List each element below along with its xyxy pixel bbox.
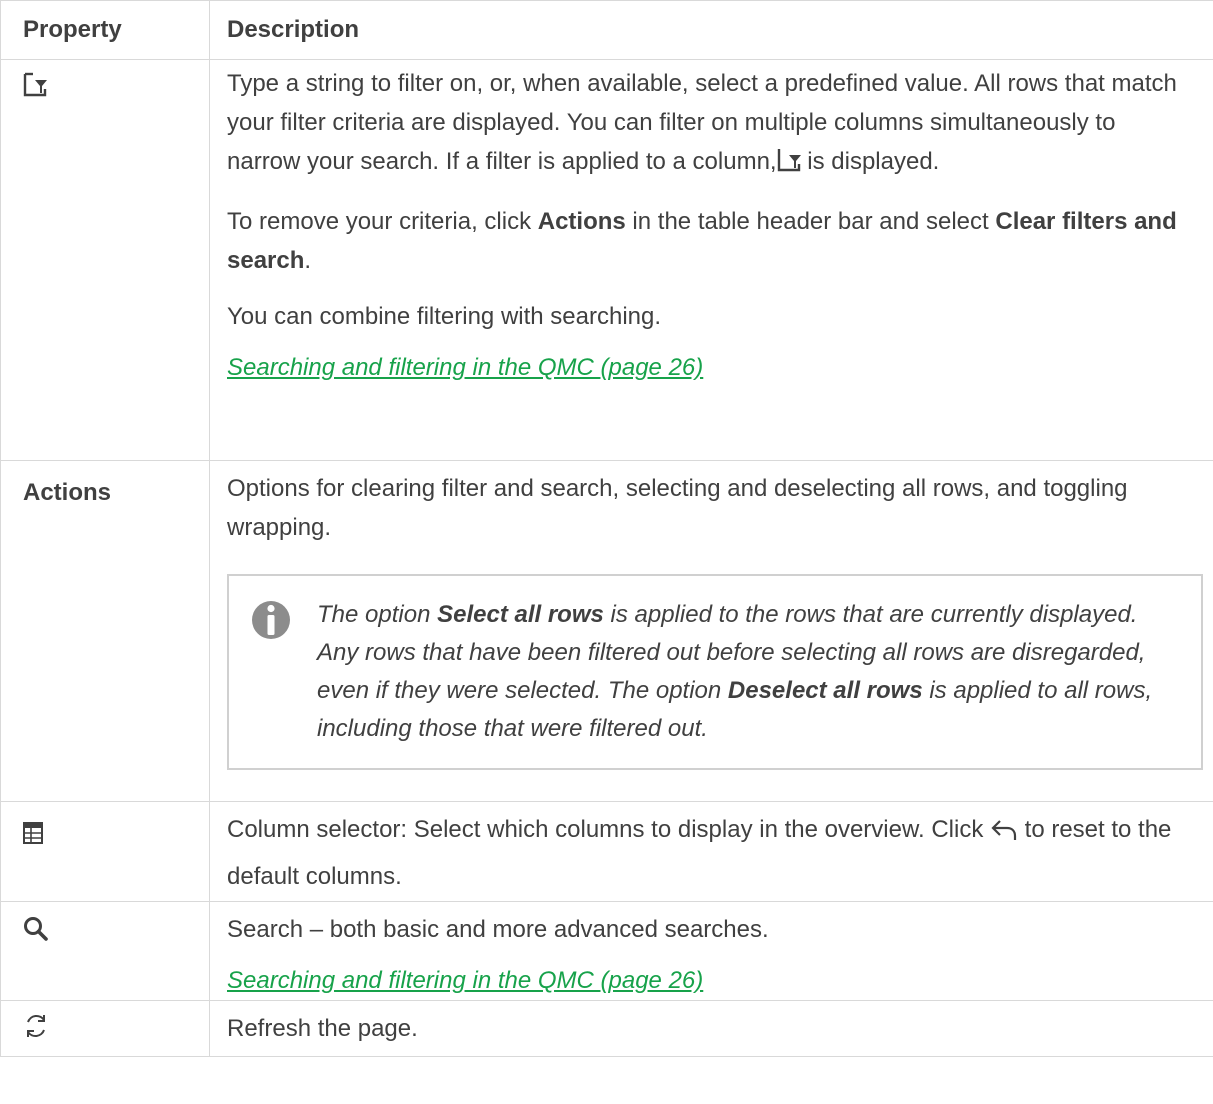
searching-filtering-link-2[interactable]: Searching and filtering in the QMC (page… (227, 967, 703, 994)
note-text: The option Select all rows is applied to… (317, 601, 1153, 742)
search-icon-cell (0, 901, 210, 1001)
header-description: Description (209, 0, 1213, 60)
refresh-description: Refresh the page. (209, 1000, 1213, 1057)
actions-desc-paragraph: Options for clearing filter and search, … (227, 475, 1128, 541)
table-header-row: Property Description (0, 0, 1213, 60)
filter-icon-cell (0, 59, 210, 461)
refresh-desc: Refresh the page. (227, 1015, 418, 1042)
table-row-filter: Type a string to filter on, or, when ava… (0, 59, 1213, 461)
column-selector-icon-cell (0, 801, 210, 902)
info-icon (251, 596, 317, 748)
search-desc: Search – both basic and more advanced se… (227, 916, 769, 943)
actions-label: Actions (0, 460, 210, 802)
column-selector-desc: Column selector: Select which columns to… (227, 808, 1193, 898)
search-link-paragraph: Searching and filtering in the QMC (page… (227, 961, 1193, 1000)
table-row-actions: Actions Options for clearing filter and … (0, 460, 1213, 802)
filter-desc-paragraph-3: You can combine filtering with searching… (227, 303, 662, 330)
note-box: The option Select all rows is applied to… (227, 574, 1203, 770)
search-icon[interactable] (23, 917, 49, 946)
refresh-icon-cell (0, 1000, 210, 1057)
filter-desc-paragraph-1: Type a string to filter on, or, when ava… (227, 64, 1193, 185)
searching-filtering-link[interactable]: Searching and filtering in the QMC (page… (227, 354, 703, 381)
filter-icon[interactable] (23, 72, 47, 102)
search-description: Search – both basic and more advanced se… (209, 901, 1213, 1001)
table-row-search: Search – both basic and more advanced se… (0, 901, 1213, 1001)
properties-table: Property Description Type a string to fi… (0, 0, 1213, 1057)
table-row-refresh: Refresh the page. (0, 1000, 1213, 1057)
header-property: Property (0, 0, 210, 60)
table-row-column-selector: Column selector: Select which columns to… (0, 801, 1213, 902)
column-selector-icon[interactable] (23, 822, 43, 848)
column-selector-description: Column selector: Select which columns to… (209, 801, 1213, 902)
refresh-icon[interactable] (23, 1015, 49, 1043)
filter-applied-icon (777, 146, 801, 185)
undo-arrow-icon (990, 812, 1018, 855)
actions-description: Options for clearing filter and search, … (209, 460, 1213, 802)
filter-desc-paragraph-2: To remove your criteria, click Actions i… (227, 208, 1177, 274)
filter-description: Type a string to filter on, or, when ava… (209, 59, 1213, 461)
filter-link-paragraph: Searching and filtering in the QMC (page… (227, 348, 1193, 387)
